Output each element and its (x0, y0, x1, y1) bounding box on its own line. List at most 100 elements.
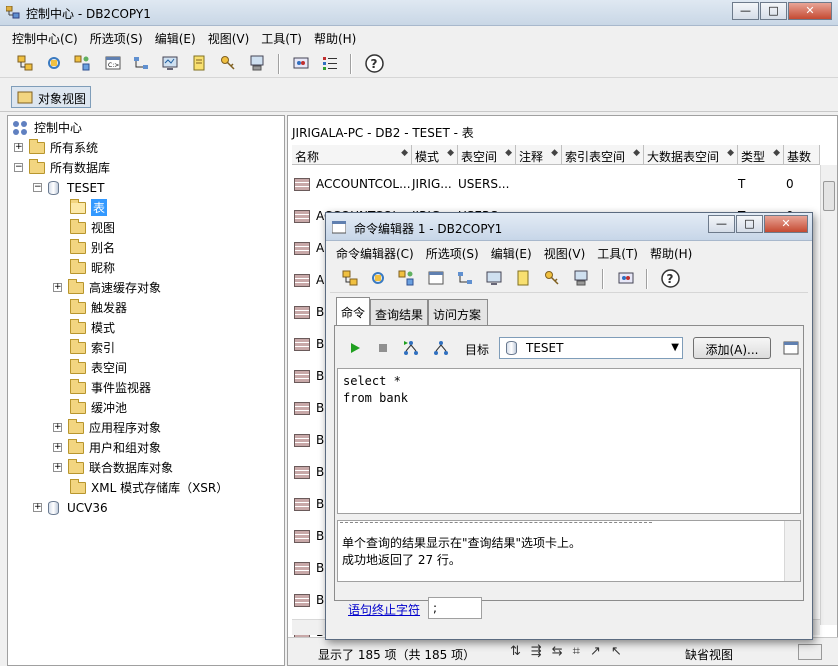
license-center-button[interactable] (542, 268, 562, 288)
tree-item-application-objects[interactable]: + 应用程序对象 (53, 418, 161, 437)
column-header-comment[interactable]: 注释 ◆ (516, 145, 562, 165)
menu-help[interactable]: 帮助(H) (642, 243, 696, 262)
target-database-select[interactable]: TESET ▼ (499, 337, 683, 359)
terminator-link[interactable]: 语句终止字符 (348, 601, 420, 618)
menu-selected[interactable]: 所选项(S) (82, 28, 147, 47)
execute-and-explain-button[interactable] (401, 338, 421, 358)
menu-control-center[interactable]: 控制中心(C) (0, 28, 82, 47)
expand-icon[interactable]: + (53, 283, 62, 292)
task-center-button[interactable] (455, 268, 475, 288)
tree-item-user-group-objects[interactable]: + 用户和组对象 (53, 438, 161, 457)
view-dropdown[interactable] (798, 644, 822, 660)
stop-button[interactable] (373, 338, 393, 358)
vertical-scrollbar[interactable] (820, 165, 837, 625)
tree-item-views[interactable]: 视图 (70, 218, 115, 237)
menu-view[interactable]: 视图(V) (200, 28, 254, 47)
terminator-input[interactable]: ; (428, 597, 482, 619)
replication-icon (372, 272, 384, 284)
details-list-button[interactable] (320, 53, 340, 73)
health-center-button[interactable] (484, 268, 504, 288)
tree-item-federated-objects[interactable]: + 联合数据库对象 (53, 458, 173, 477)
tree-item-all-databases[interactable]: − 所有数据库 (14, 158, 110, 177)
license-center-button[interactable] (218, 53, 238, 73)
tree-item-xsr[interactable]: XML 模式存储库（XSR） (70, 478, 228, 497)
column-header-type[interactable]: 类型 ◆ (738, 145, 784, 165)
message-scrollbar[interactable] (784, 521, 800, 581)
command-editor-button[interactable]: C:> (103, 53, 123, 73)
tree-item-nicknames[interactable]: 昵称 (70, 258, 115, 277)
satellite-admin-button[interactable] (396, 268, 416, 288)
column-header-tablespace[interactable]: 表空间 ◆ (458, 145, 516, 165)
object-view-button[interactable]: 对象视图 (11, 86, 91, 108)
menu-edit[interactable]: 编辑(E) (483, 243, 536, 262)
replication-center-button[interactable] (44, 53, 64, 73)
tree-item-aliases[interactable]: 别名 (70, 238, 115, 257)
tree-item-tables[interactable]: 表 (70, 198, 108, 217)
menu-command-editor[interactable]: 命令编辑器(C) (330, 243, 418, 262)
replication-center-button[interactable] (368, 268, 388, 288)
maximize-button[interactable]: □ (760, 2, 787, 20)
menu-edit[interactable]: 编辑(E) (147, 28, 200, 47)
tree-item-schemas[interactable]: 模式 (70, 318, 115, 337)
expand-icon[interactable]: + (14, 143, 23, 152)
column-header-index-tablespace[interactable]: 索引表空间 ◆ (562, 145, 644, 165)
access-plan-icon (434, 341, 448, 355)
configuration-assistant-button[interactable] (247, 53, 267, 73)
task-center-button[interactable] (131, 53, 151, 73)
dialog-close-button[interactable]: ✕ (764, 215, 808, 233)
help-button[interactable]: ? (660, 268, 680, 288)
tree-item-triggers[interactable]: 触发器 (70, 298, 127, 317)
access-plan-button[interactable] (431, 338, 451, 358)
tree-item-cache-objects[interactable]: + 高速缓存对象 (53, 278, 161, 297)
tree-item-db-teset[interactable]: − TESET (33, 178, 104, 197)
tab-access-plan[interactable]: 访问方案 (428, 299, 488, 325)
help-button[interactable]: ? (364, 53, 384, 73)
tree-root[interactable]: 控制中心 (12, 118, 82, 137)
expand-icon[interactable]: + (33, 503, 42, 512)
menu-selected[interactable]: 所选项(S) (418, 243, 483, 262)
control-center-tool-button[interactable] (15, 53, 35, 73)
menu-help[interactable]: 帮助(H) (306, 28, 360, 47)
message-output[interactable]: 单个查询的结果显示在"查询结果"选项卡上。 成功地返回了 27 行。 (337, 520, 801, 582)
scroll-thumb[interactable] (823, 181, 835, 211)
minimize-button[interactable]: — (732, 2, 759, 20)
collapse-icon[interactable]: − (33, 183, 42, 192)
execute-button[interactable] (345, 338, 365, 358)
collapse-icon[interactable]: − (14, 163, 23, 172)
command-window-button[interactable] (781, 338, 801, 358)
tools-settings-button[interactable] (616, 268, 636, 288)
column-header-name[interactable]: 名称 ◆ (292, 145, 412, 165)
journal-button[interactable] (189, 53, 209, 73)
column-header-schema[interactable]: 模式 ◆ (412, 145, 458, 165)
tree-item-db-ucv36[interactable]: + UCV36 (33, 498, 108, 517)
configuration-assistant-button[interactable] (571, 268, 591, 288)
dialog-minimize-button[interactable]: — (708, 215, 735, 233)
expand-icon[interactable]: + (53, 463, 62, 472)
column-header-long-tablespace[interactable]: 大数据表空间 ◆ (644, 145, 738, 165)
health-center-button[interactable] (160, 53, 180, 73)
tree-item-all-systems[interactable]: + 所有系统 (14, 138, 98, 157)
journal-button[interactable] (513, 268, 533, 288)
dialog-maximize-button[interactable]: □ (736, 215, 763, 233)
satellite-admin-button[interactable] (72, 53, 92, 73)
menu-tools[interactable]: 工具(T) (589, 243, 642, 262)
tree-item-indexes[interactable]: 索引 (70, 338, 115, 357)
control-center-tool-button[interactable] (340, 268, 360, 288)
command-editor-button[interactable] (426, 268, 446, 288)
menu-tools[interactable]: 工具(T) (253, 28, 306, 47)
filter-sort-tools[interactable]: ⇅⇶⇆⌗↗↖ (510, 644, 632, 659)
menu-view[interactable]: 视图(V) (536, 243, 590, 262)
column-header-cardinality[interactable]: 基数 (784, 145, 820, 165)
expand-icon[interactable]: + (53, 423, 62, 432)
tree-item-buffer-pools[interactable]: 缓冲池 (70, 398, 127, 417)
column-label: 名称 (295, 150, 320, 164)
add-button[interactable]: 添加(A)... (693, 337, 771, 359)
tree-item-tablespaces[interactable]: 表空间 (70, 358, 127, 377)
tree-item-event-monitors[interactable]: 事件监视器 (70, 378, 151, 397)
tools-settings-button[interactable] (291, 53, 311, 73)
tab-query-results[interactable]: 查询结果 (370, 299, 428, 325)
sql-editor[interactable]: select * from bank (337, 368, 801, 514)
tab-command[interactable]: 命令 (336, 297, 370, 325)
expand-icon[interactable]: + (53, 443, 62, 452)
close-button[interactable]: ✕ (788, 2, 832, 20)
